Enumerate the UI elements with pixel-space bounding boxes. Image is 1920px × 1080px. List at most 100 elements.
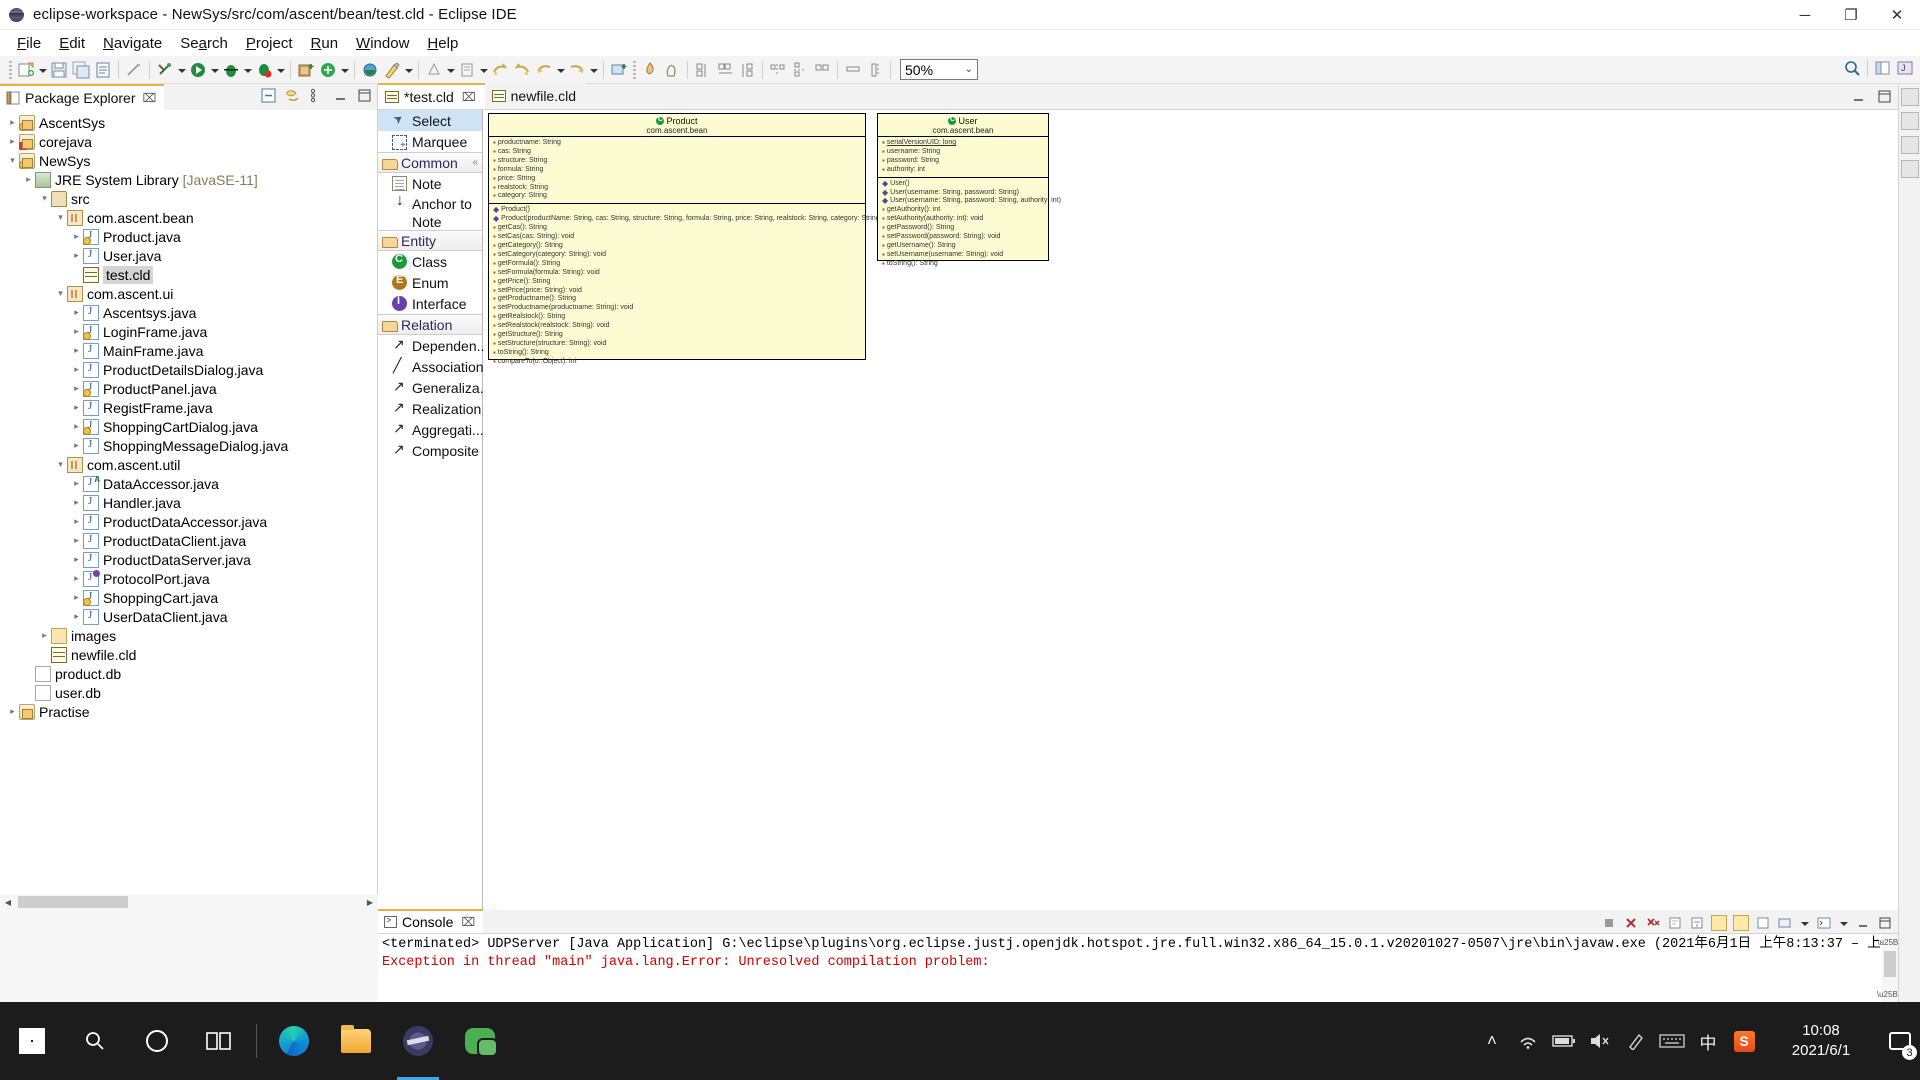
fire-icon[interactable] — [640, 60, 660, 80]
previous-annotation-dropdown-icon[interactable] — [445, 60, 456, 80]
back-arrow-icon[interactable] — [534, 60, 554, 80]
tree-expand-toggle[interactable] — [70, 592, 83, 603]
editor-tab-newfile-cld[interactable]: newfile.cld — [484, 83, 586, 109]
scroll-lock-icon[interactable] — [1689, 915, 1705, 931]
tree-item-ascentsys[interactable]: AscentSys — [0, 113, 377, 132]
word-wrap-icon[interactable] — [1711, 915, 1727, 931]
new-package-icon[interactable] — [318, 60, 338, 80]
palette-item-anchor-to-note[interactable]: Anchor to Note — [378, 192, 482, 230]
tree-item-shoppingcartdialog-java[interactable]: ShoppingCartDialog.java — [0, 417, 377, 436]
back-history-icon[interactable] — [490, 60, 510, 80]
start-button[interactable] — [0, 1002, 64, 1080]
tree-expand-toggle[interactable] — [70, 573, 83, 584]
tree-expand-toggle[interactable] — [70, 364, 83, 375]
file-explorer-button[interactable] — [325, 1002, 387, 1080]
distribute-vertical-icon[interactable] — [790, 60, 810, 80]
palette-item-generaliza[interactable]: Generaliza... — [378, 377, 491, 398]
eclipse-button[interactable] — [387, 1002, 449, 1080]
tree-expand-toggle[interactable] — [70, 307, 83, 318]
coverage-dropdown-icon[interactable] — [275, 60, 286, 80]
tree-expand-toggle[interactable] — [6, 155, 19, 166]
new-java-project-icon[interactable] — [296, 60, 316, 80]
debug-dropdown-icon[interactable] — [242, 60, 253, 80]
maximize-view-icon[interactable] — [356, 87, 373, 104]
tree-item-com-ascent-util[interactable]: com.ascent.util — [0, 455, 377, 474]
uml-class-product[interactable]: Productcom.ascent.bean▪productname: Stri… — [488, 113, 882, 366]
display-selected-console-icon[interactable] — [1777, 915, 1793, 931]
minimize-console-icon[interactable] — [1855, 915, 1871, 931]
coverage-icon[interactable] — [254, 60, 274, 80]
palette-item-note[interactable]: Note — [378, 173, 482, 194]
palette-group-relation[interactable]: Relation — [378, 314, 482, 335]
menu-run[interactable]: Run — [302, 32, 348, 55]
notification-center-button[interactable]: 3 — [1880, 1002, 1920, 1080]
tree-expand-toggle[interactable] — [38, 630, 51, 641]
menu-navigate[interactable]: Navigate — [94, 32, 171, 55]
build-icon[interactable] — [155, 60, 175, 80]
problems-view-icon[interactable] — [1900, 136, 1919, 154]
edge-button[interactable] — [263, 1002, 325, 1080]
tree-item-dataaccessor-java[interactable]: ADataAccessor.java — [0, 474, 377, 493]
tree-item-newsys[interactable]: NewSys — [0, 151, 377, 170]
menu-project[interactable]: Project — [237, 32, 302, 55]
new-package-dropdown-icon[interactable] — [339, 60, 350, 80]
tree-item-src[interactable]: src — [0, 189, 377, 208]
tree-expand-toggle[interactable] — [22, 174, 35, 185]
tree-item-protocolport-java[interactable]: ProtocolPort.java — [0, 569, 377, 588]
console-output[interactable]: <terminated> UDPServer [Java Application… — [378, 934, 1898, 1002]
tree-expand-toggle[interactable] — [70, 516, 83, 527]
remove-all-terminated-icon[interactable] — [1645, 915, 1661, 931]
diagram-canvas[interactable]: Productcom.ascent.bean▪productname: Stri… — [484, 110, 1898, 910]
set-height-icon[interactable] — [865, 60, 885, 80]
print-icon[interactable] — [93, 60, 113, 80]
open-perspective-icon[interactable] — [1873, 58, 1893, 78]
tree-expand-toggle[interactable] — [70, 554, 83, 565]
menu-file[interactable]: File — [8, 32, 50, 55]
build-dropdown-icon[interactable] — [176, 60, 187, 80]
package-explorer-horizontal-scrollbar[interactable]: ◀ ▶ — [0, 894, 378, 910]
tree-item-loginframe-java[interactable]: LoginFrame.java — [0, 322, 377, 341]
view-menu-icon[interactable] — [308, 87, 325, 104]
menu-help[interactable]: Help — [418, 32, 467, 55]
tree-expand-toggle[interactable] — [70, 497, 83, 508]
palette-group-entity[interactable]: Entity — [378, 230, 482, 251]
palette-item-select[interactable]: Select — [378, 110, 482, 131]
tree-expand-toggle[interactable] — [70, 383, 83, 394]
sogou-icon[interactable]: S — [1726, 1002, 1762, 1080]
add-class-icon[interactable] — [609, 60, 629, 80]
next-annotation-dropdown-icon[interactable] — [478, 60, 489, 80]
palette-item-realization[interactable]: Realization — [378, 398, 482, 419]
save-all-icon[interactable] — [71, 60, 91, 80]
next-annotation-icon[interactable] — [457, 60, 477, 80]
tree-expand-toggle[interactable] — [70, 345, 83, 356]
tree-expand-toggle[interactable] — [6, 706, 19, 717]
minimize-button[interactable]: ─ — [1782, 0, 1828, 30]
tree-expand-toggle[interactable] — [70, 231, 83, 242]
palette-item-composite[interactable]: Composite — [378, 440, 482, 461]
tree-item-shoppingcart-java[interactable]: ShoppingCart.java — [0, 588, 377, 607]
tree-expand-toggle[interactable] — [6, 117, 19, 128]
show-console-on-output-icon[interactable] — [1733, 915, 1749, 931]
tree-item-jre-system-library[interactable]: JRE System Library [JavaSE-11] — [0, 170, 377, 189]
project-tree[interactable]: AscentSys corejava NewSys JRE System Librar… — [0, 110, 377, 910]
tree-item-userdataclient-java[interactable]: UserDataClient.java — [0, 607, 377, 626]
display-console-dropdown-icon[interactable] — [1799, 913, 1810, 933]
cortana-button[interactable] — [126, 1002, 188, 1080]
tree-expand-toggle[interactable] — [70, 440, 83, 451]
tree-expand-toggle[interactable] — [6, 136, 19, 147]
tree-expand-toggle[interactable] — [70, 421, 83, 432]
palette-item-interface[interactable]: Interface — [378, 293, 482, 314]
properties-view-icon[interactable] — [1900, 112, 1919, 130]
align-center-icon[interactable] — [715, 60, 735, 80]
tree-item-user-java[interactable]: User.java — [0, 246, 377, 265]
tree-expand-toggle[interactable] — [54, 459, 67, 470]
run-icon[interactable] — [188, 60, 208, 80]
tree-expand-toggle[interactable] — [54, 288, 67, 299]
tree-expand-toggle[interactable] — [70, 250, 83, 261]
toolbar-drag-handle[interactable] — [9, 60, 12, 79]
match-size-icon[interactable] — [812, 60, 832, 80]
open-console-icon[interactable] — [1816, 915, 1832, 931]
close-icon[interactable]: ⌧ — [143, 91, 157, 105]
maximize-editor-icon[interactable] — [1876, 88, 1893, 105]
hand-icon[interactable] — [662, 60, 682, 80]
